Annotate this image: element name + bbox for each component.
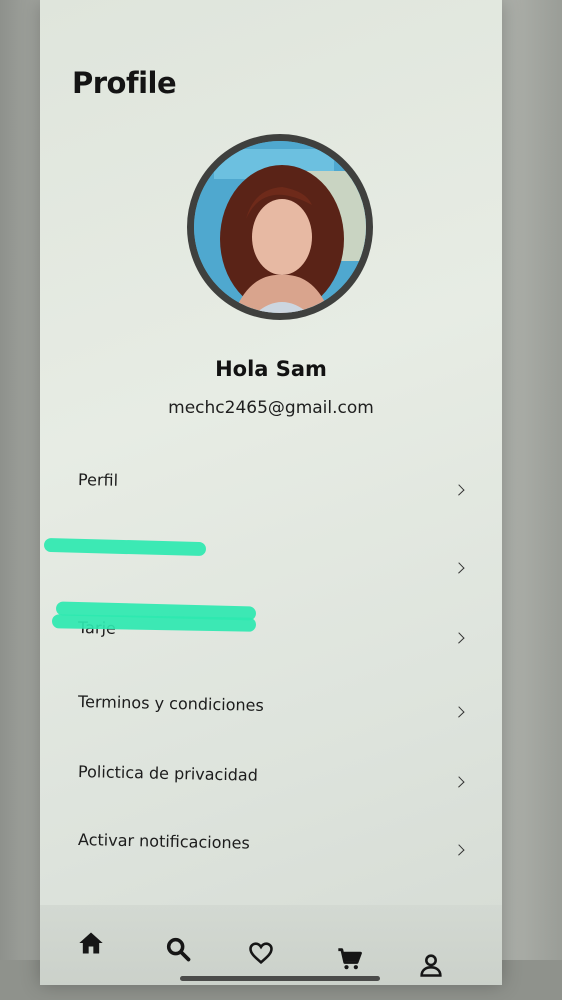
menu-item-label: Terminos y condiciones: [77, 692, 265, 715]
chevron-right-icon: [453, 706, 465, 718]
menu-item-privacidad[interactable]: Polictica de privacidad: [77, 754, 465, 802]
menu-item-notificaciones[interactable]: Activar notificaciones: [77, 822, 465, 870]
menu-item-perfil[interactable]: Perfil: [77, 462, 465, 510]
page-title: Profile: [72, 66, 177, 100]
redaction-mark: [43, 537, 207, 557]
phone-screen: Profile Hola Sam mechc2465@gmail.com Per…: [40, 0, 502, 985]
chevron-right-icon: [453, 632, 465, 644]
menu-item-label: Polictica de privacidad: [77, 762, 259, 785]
user-greeting: Hola Sam: [215, 357, 327, 381]
bottom-navigation-bar: [40, 905, 502, 985]
chevron-right-icon: [453, 776, 465, 788]
heart-icon[interactable]: [247, 939, 275, 967]
chevron-right-icon: [453, 562, 465, 574]
user-email: mechc2465@gmail.com: [168, 398, 374, 418]
chevron-right-icon: [453, 844, 465, 856]
profile-avatar[interactable]: [187, 134, 373, 320]
chevron-right-icon: [453, 484, 465, 496]
home-icon[interactable]: [77, 929, 105, 957]
cart-icon[interactable]: [336, 945, 364, 973]
user-icon[interactable]: [417, 951, 445, 979]
home-indicator[interactable]: [180, 976, 380, 981]
search-icon[interactable]: [164, 935, 192, 963]
menu-item-terminos[interactable]: Terminos y condiciones: [77, 684, 465, 732]
menu-item-label: Activar notificaciones: [77, 830, 251, 853]
menu-item-label: Perfil: [77, 470, 119, 490]
avatar-photo: [194, 141, 366, 313]
